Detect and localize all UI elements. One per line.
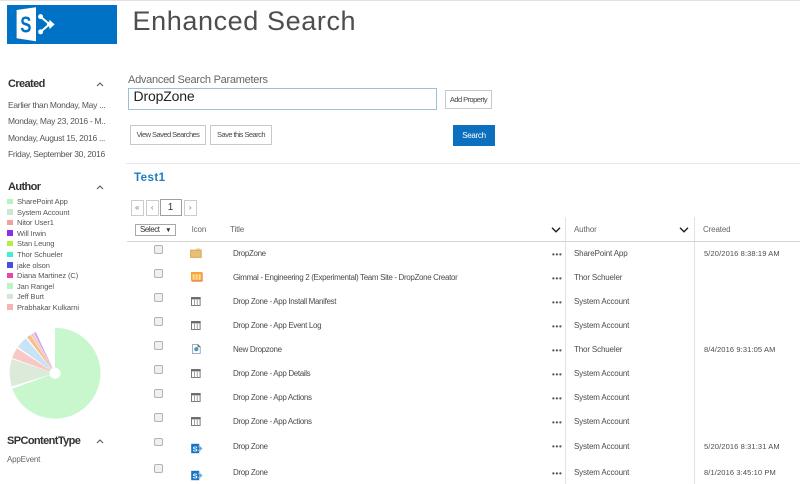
- svg-text:S: S: [193, 471, 198, 480]
- svg-text:S: S: [20, 12, 31, 38]
- svg-text:S: S: [193, 444, 198, 453]
